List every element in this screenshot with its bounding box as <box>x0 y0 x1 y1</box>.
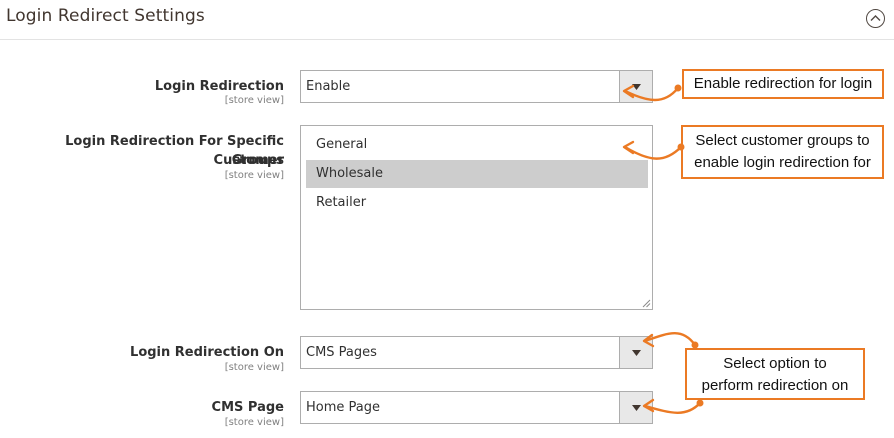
cms-page-scope: [store view] <box>224 417 284 428</box>
chevron-up-circle-icon[interactable] <box>866 9 885 28</box>
redirection-on-scope: [store view] <box>224 362 284 373</box>
section-header[interactable]: Login Redirect Settings <box>0 0 894 40</box>
cms-page-select[interactable]: Home Page <box>300 391 653 424</box>
login-redirection-value: Enable <box>306 79 351 94</box>
arrow-dot <box>674 84 682 92</box>
callout-login: Enable redirection for login <box>682 69 884 99</box>
callout-option-line1: Select option to <box>723 355 827 372</box>
option-wholesale[interactable]: Wholesale <box>306 160 648 188</box>
customer-groups-label-line2: Groups <box>231 153 284 168</box>
callout-groups: Select customer groups to enable login r… <box>681 125 884 179</box>
customer-groups-multiselect[interactable]: General Wholesale Retailer <box>300 125 653 310</box>
callout-option-line2: perform redirection on <box>701 377 849 394</box>
arrow-to-cms-page <box>643 401 702 414</box>
arrow-dot <box>696 399 704 407</box>
redirection-on-value: CMS Pages <box>306 345 377 360</box>
redirection-on-select[interactable]: CMS Pages <box>300 336 653 369</box>
customer-groups-scope: [store view] <box>224 170 284 181</box>
cms-page-value: Home Page <box>306 400 380 415</box>
resize-handle-icon[interactable] <box>642 299 651 308</box>
option-general[interactable]: General <box>306 131 648 159</box>
login-redirection-label: Login Redirection <box>154 79 284 94</box>
login-redirection-select[interactable]: Enable <box>300 70 653 103</box>
callout-groups-line1: Select customer groups to <box>695 132 870 149</box>
caret-down-icon <box>632 405 641 411</box>
caret-down-icon <box>632 84 641 90</box>
redirection-on-label: Login Redirection On <box>130 345 284 360</box>
callout-login-text: Enable redirection for login <box>693 75 873 92</box>
section-title: Login Redirect Settings <box>6 6 205 26</box>
section-divider <box>0 39 894 40</box>
caret-down-icon <box>632 350 641 356</box>
option-retailer[interactable]: Retailer <box>306 189 648 217</box>
cms-page-label: CMS Page <box>211 400 284 415</box>
callout-groups-line2: enable login redirection for <box>694 154 871 171</box>
login-redirection-scope: [store view] <box>224 95 284 106</box>
redirection-on-dropdown-button[interactable] <box>619 337 652 368</box>
cms-page-dropdown-button[interactable] <box>619 392 652 423</box>
callout-option: Select option to perform redirection on <box>685 348 865 400</box>
login-redirection-dropdown-button[interactable] <box>619 71 652 102</box>
